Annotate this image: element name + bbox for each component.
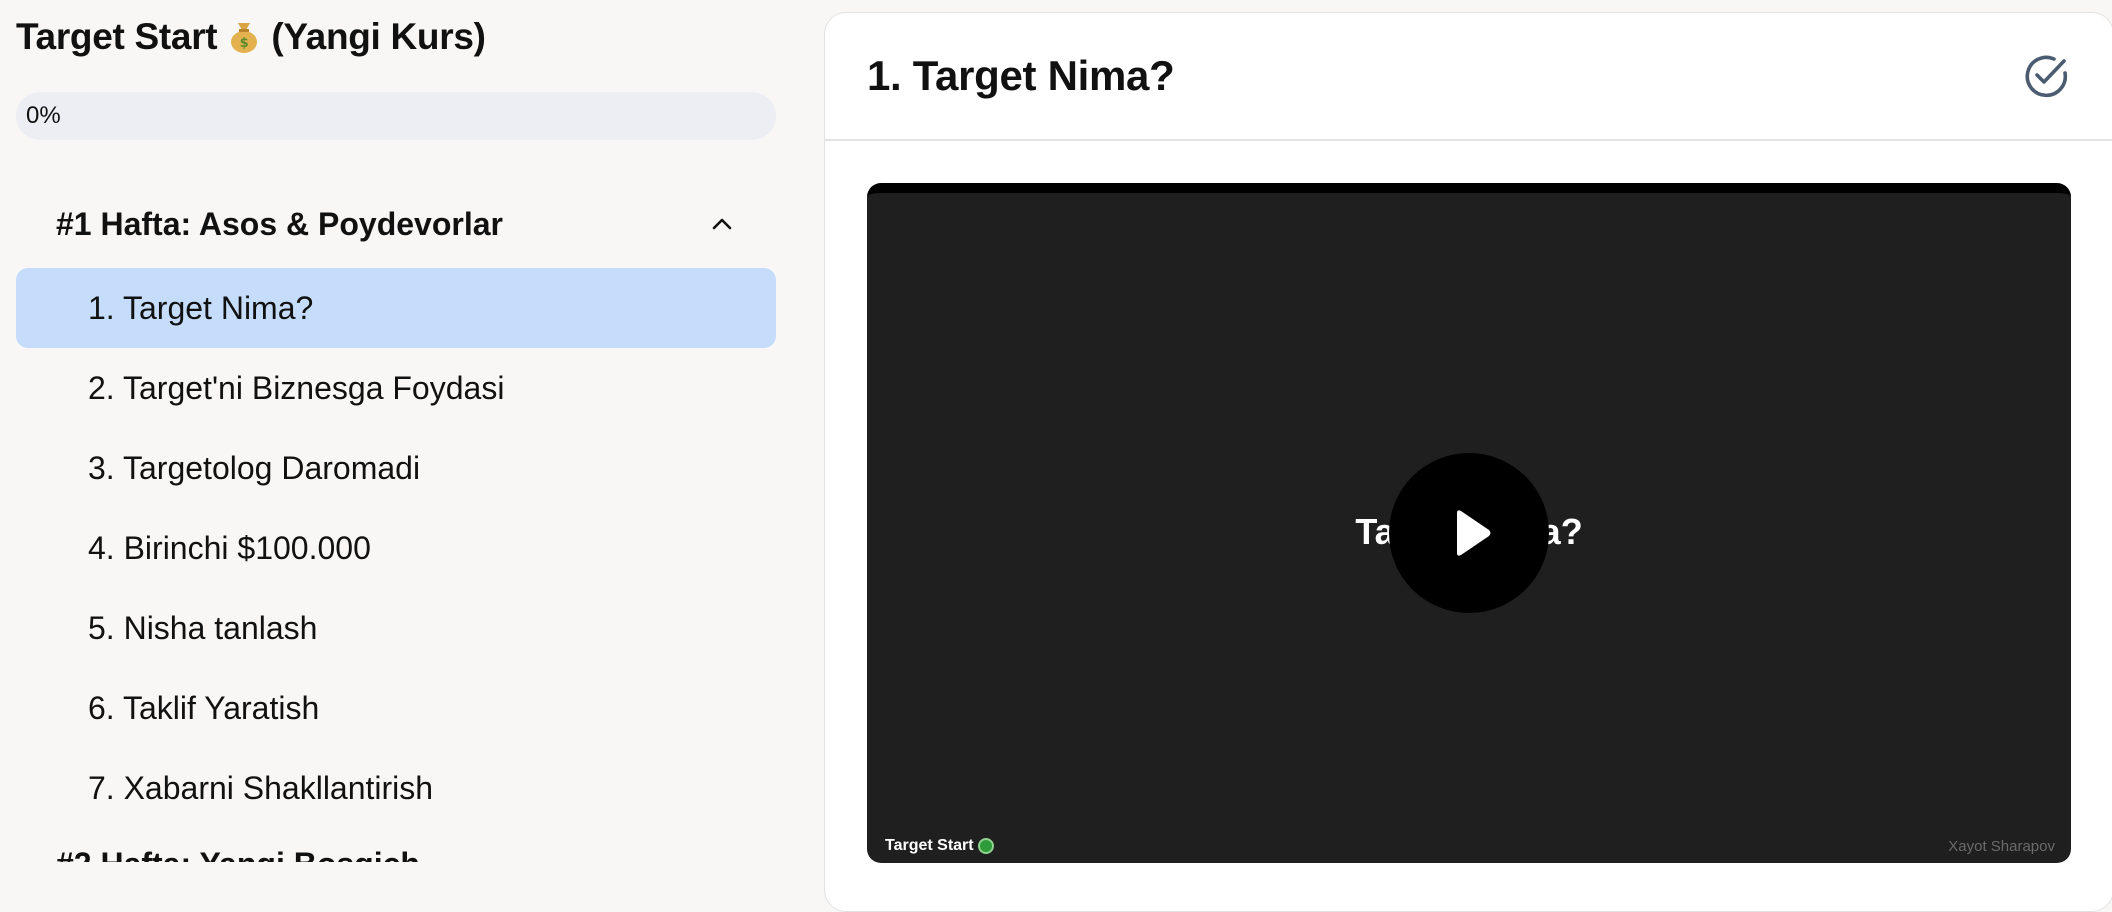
lesson-item-6[interactable]: 6. Taklif Yaratish xyxy=(16,668,776,748)
lesson-item-1[interactable]: 1. Target Nima? xyxy=(16,268,776,348)
lesson-panel: 1. Target Nima? Target Nima? Target Star… xyxy=(824,12,2112,912)
week-1-header[interactable]: #1 Hafta: Asos & Poydevorlar xyxy=(16,196,776,252)
brand-dot-icon xyxy=(977,838,994,854)
course-title-suffix: (Yangi Kurs) xyxy=(271,16,486,57)
sidebar: Target Start $ (Yangi Kurs) 0% #1 Hafta:… xyxy=(0,0,800,862)
play-icon xyxy=(1457,510,1491,556)
chevron-up-icon xyxy=(712,218,732,230)
play-button[interactable] xyxy=(1389,453,1549,613)
svg-text:$: $ xyxy=(240,36,249,51)
lesson-title: 1. Target Nima? xyxy=(867,52,1175,99)
moneybag-icon: $ xyxy=(229,20,259,54)
lesson-header: 1. Target Nima? xyxy=(825,13,2112,141)
lesson-item-4[interactable]: 4. Birinchi $100.000 xyxy=(16,508,776,588)
course-title-prefix: Target Start xyxy=(16,16,218,57)
video-author: Xayot Sharapov xyxy=(1948,838,2055,855)
progress-text: 0% xyxy=(26,102,61,129)
video-brand: Target Start xyxy=(885,837,994,855)
lesson-item-3[interactable]: 3. Targetolog Daromadi xyxy=(16,428,776,508)
video-brand-text: Target Start xyxy=(885,837,974,854)
lesson-list: 1. Target Nima? 2. Target'ni Biznesga Fo… xyxy=(16,268,776,828)
progress-bar: 0% xyxy=(16,92,776,140)
check-circle-icon[interactable] xyxy=(2021,51,2071,101)
course-title: Target Start $ (Yangi Kurs) xyxy=(16,16,486,58)
video-player[interactable]: Target Nima? Target Start Xayot Sharapov xyxy=(867,183,2071,863)
week-2-header[interactable]: #2 Hafta: Yangi Bosqich xyxy=(56,846,420,862)
lesson-item-2[interactable]: 2. Target'ni Biznesga Foydasi xyxy=(16,348,776,428)
lesson-item-7[interactable]: 7. Xabarni Shakllantirish xyxy=(16,748,776,828)
week-1-title: #1 Hafta: Asos & Poydevorlar xyxy=(56,205,503,242)
lesson-item-5[interactable]: 5. Nisha tanlash xyxy=(16,588,776,668)
